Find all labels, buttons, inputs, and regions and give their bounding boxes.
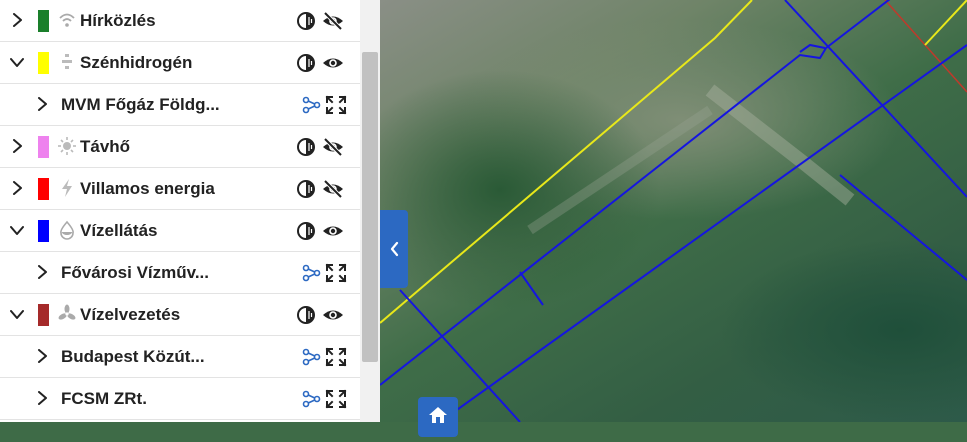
eye-icon[interactable] — [322, 305, 344, 325]
eye-icon[interactable] — [322, 221, 344, 241]
opacity-icon[interactable] — [296, 53, 316, 73]
map-overlay — [380, 0, 967, 422]
chevron-right-icon[interactable] — [10, 181, 24, 195]
share-icon[interactable] — [302, 347, 322, 367]
share-icon[interactable] — [302, 389, 322, 409]
zoom-to-extent-icon[interactable] — [325, 389, 347, 409]
layer-source-row[interactable]: Fővárosi Vízműv... — [0, 252, 360, 294]
home-button[interactable] — [418, 397, 458, 437]
sun-icon — [58, 136, 76, 156]
layer-group-row[interactable]: Vízellátás — [0, 210, 360, 252]
gas-icon — [58, 52, 76, 72]
layer-group-row[interactable]: Vízelvezetés — [0, 294, 360, 336]
drop-icon — [58, 220, 76, 240]
layer-color-swatch — [38, 136, 49, 158]
gas-pipe-line — [380, 0, 753, 324]
zoom-to-extent-icon[interactable] — [325, 263, 347, 283]
layer-group-row[interactable]: Szénhidrogén — [0, 42, 360, 84]
eye-off-icon[interactable] — [322, 179, 344, 199]
scrollbar-thumb[interactable] — [362, 52, 378, 362]
layer-label: Vízelvezetés — [80, 305, 181, 324]
share-icon[interactable] — [302, 95, 322, 115]
zoom-to-extent-icon[interactable] — [325, 347, 347, 367]
eye-off-icon[interactable] — [322, 11, 344, 31]
chevron-right-icon[interactable] — [35, 265, 49, 279]
layer-panel: Hírközlés Szénhidrogén MVM Főgáz Földg... T… — [0, 0, 380, 422]
layer-list: Hírközlés Szénhidrogén MVM Főgáz Földg... T… — [0, 0, 360, 420]
wifi-icon — [58, 10, 76, 30]
layer-label: FCSM ZRt. — [61, 389, 147, 408]
gas-pipe-line-2 — [924, 0, 967, 46]
chevron-down-icon[interactable] — [10, 55, 24, 69]
bolt-icon — [58, 178, 76, 198]
zoom-to-extent-icon[interactable] — [325, 95, 347, 115]
chevron-right-icon[interactable] — [35, 97, 49, 111]
fan-icon — [58, 304, 76, 324]
layer-label: MVM Főgáz Földg... — [61, 95, 220, 114]
chevron-left-icon — [390, 241, 399, 257]
layer-color-swatch — [38, 220, 49, 242]
layer-color-swatch — [38, 52, 49, 74]
layer-color-swatch — [38, 304, 49, 326]
layer-label: Budapest Közút... — [61, 347, 205, 366]
layer-label: Hírközlés — [80, 11, 156, 30]
layer-color-swatch — [38, 178, 49, 200]
layer-label: Villamos energia — [80, 179, 215, 198]
opacity-icon[interactable] — [296, 221, 316, 241]
opacity-icon[interactable] — [296, 305, 316, 325]
layer-group-row[interactable]: Távhő — [0, 126, 360, 168]
layer-label: Fővárosi Vízműv... — [61, 263, 210, 282]
collapse-panel-button[interactable] — [380, 210, 408, 288]
share-icon[interactable] — [302, 263, 322, 283]
opacity-icon[interactable] — [296, 11, 316, 31]
layer-label: Távhő — [80, 137, 131, 156]
layer-group-row[interactable]: Villamos energia — [0, 168, 360, 210]
layer-source-row[interactable]: MVM Főgáz Földg... — [0, 84, 360, 126]
opacity-icon[interactable] — [296, 137, 316, 157]
chevron-right-icon[interactable] — [35, 349, 49, 363]
chevron-right-icon[interactable] — [10, 139, 24, 153]
layer-color-swatch — [38, 10, 49, 32]
chevron-right-icon[interactable] — [35, 391, 49, 405]
map-view[interactable] — [380, 0, 967, 422]
layer-group-row[interactable]: Hírközlés — [0, 0, 360, 42]
layer-label: Vízellátás — [80, 221, 158, 240]
chevron-right-icon[interactable] — [10, 13, 24, 27]
layer-label: Szénhidrogén — [80, 53, 193, 72]
layer-source-row[interactable]: Budapest Közút... — [0, 336, 360, 378]
water-network — [380, 0, 967, 422]
chevron-down-icon[interactable] — [10, 223, 24, 237]
eye-off-icon[interactable] — [322, 137, 344, 157]
opacity-icon[interactable] — [296, 179, 316, 199]
layer-source-row[interactable]: FCSM ZRt. — [0, 378, 360, 420]
eye-icon[interactable] — [322, 53, 344, 73]
home-icon — [429, 407, 447, 423]
chevron-down-icon[interactable] — [10, 307, 24, 321]
